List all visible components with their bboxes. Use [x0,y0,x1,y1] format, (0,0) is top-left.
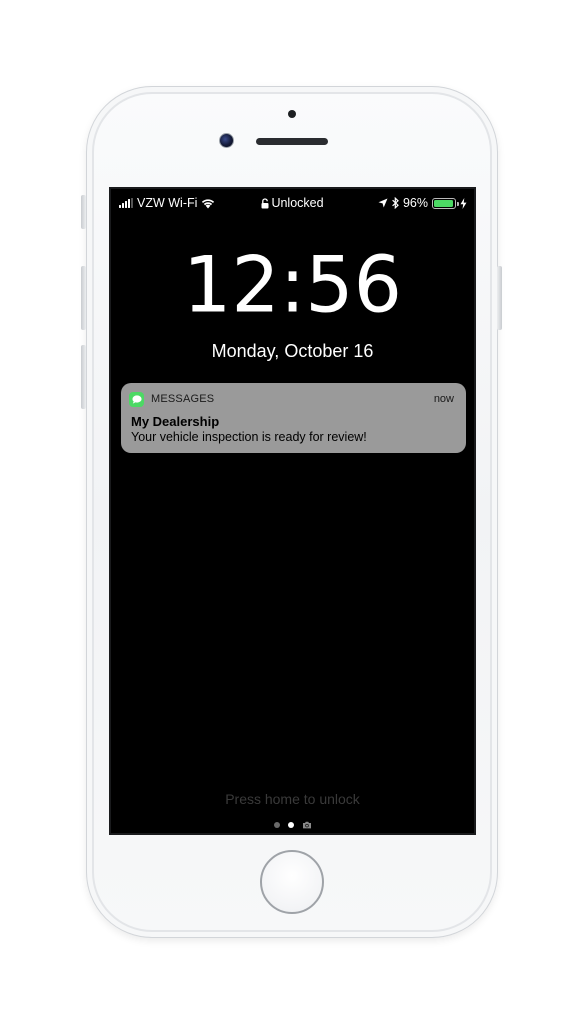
page-indicator [111,821,474,829]
message-notification[interactable]: MESSAGES now My Dealership Your vehicle … [121,383,466,453]
notification-body: Your vehicle inspection is ready for rev… [131,430,367,444]
bluetooth-icon [392,197,399,209]
page-dot-active [287,822,294,828]
notification-header: MESSAGES now [129,391,454,407]
camera-icon[interactable] [302,821,312,829]
battery-percent: 96% [402,196,428,210]
volume-up-button [81,266,86,330]
location-arrow-icon [378,198,388,208]
charging-bolt-icon [460,197,467,209]
status-right: 96% [378,196,467,210]
proximity-sensor [288,110,296,118]
lock-screen: VZW Wi-Fi Unlocked 96% 12:56 Monday, Oct… [109,187,476,835]
lock-date: Monday, October 16 [211,341,374,361]
lock-clock: 12:56 [182,239,403,330]
notification-time: now [433,393,454,405]
status-bar: VZW Wi-Fi Unlocked 96% [111,193,474,213]
mute-switch [81,195,86,229]
volume-down-button [81,345,86,409]
unlock-hint: Press home to unlock [225,791,360,807]
padlock-icon [261,197,269,208]
page-dot [273,822,280,828]
notification-app-name: MESSAGES [151,393,215,405]
home-button[interactable] [260,850,324,914]
front-camera [219,133,234,148]
lock-status-label: Unlocked [271,196,324,210]
battery-icon [432,197,459,209]
power-button [497,266,502,330]
messages-bubble-icon [129,391,144,407]
earpiece-speaker [256,138,328,145]
notification-title: My Dealership [131,414,220,429]
